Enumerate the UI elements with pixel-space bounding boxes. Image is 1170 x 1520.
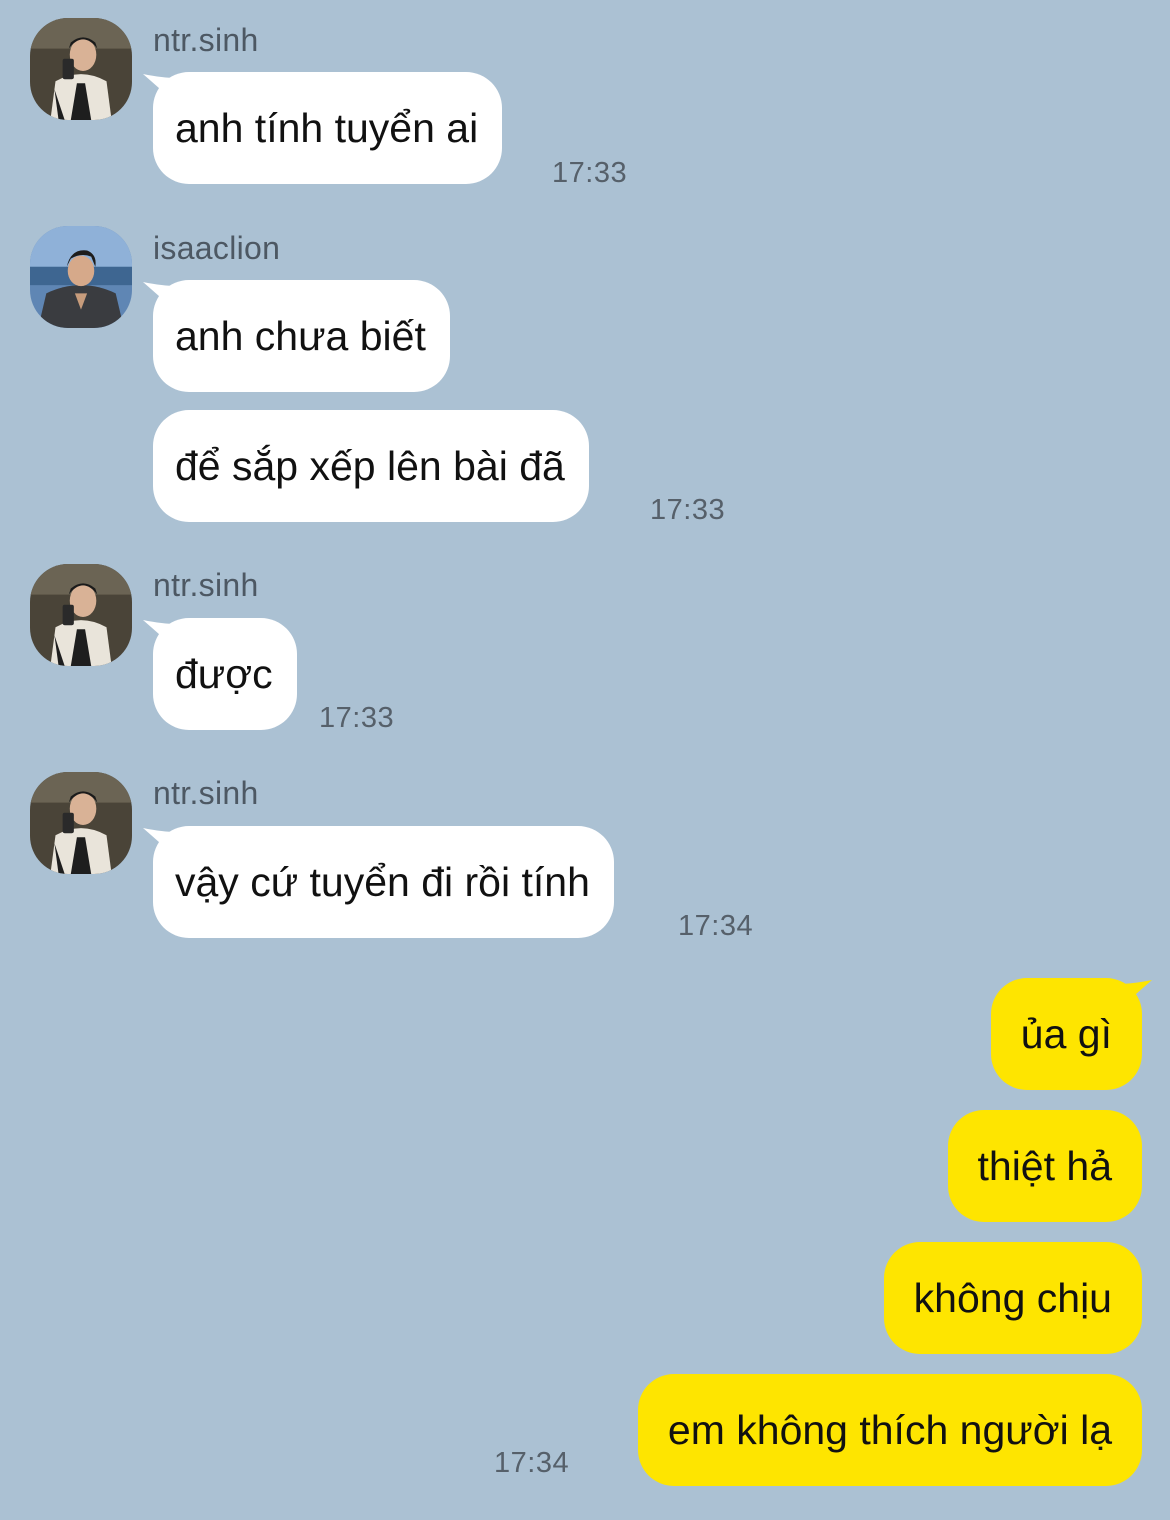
message-timestamp: 17:33 [650, 494, 726, 526]
incoming-message[interactable]: vậy cứ tuyển đi rồi tính [153, 826, 614, 938]
profile-photo-icon [30, 564, 132, 666]
message-timestamp: 17:33 [319, 702, 395, 734]
incoming-message[interactable]: anh chưa biết [153, 280, 450, 392]
avatar-isaaclion[interactable] [30, 226, 132, 328]
outgoing-message[interactable]: không chịu [883, 1242, 1142, 1354]
outgoing-message[interactable]: em không thích người lạ [637, 1374, 1142, 1486]
profile-photo-icon [30, 18, 132, 120]
avatar-ntr-sinh[interactable] [30, 772, 132, 874]
incoming-message[interactable]: anh tính tuyển ai [153, 72, 503, 184]
outgoing-message[interactable]: ủa gì [990, 978, 1142, 1090]
profile-photo-icon [30, 772, 132, 874]
profile-photo-icon [30, 226, 132, 328]
sender-name: ntr.sinh [153, 22, 259, 58]
message-timestamp: 17:34 [678, 910, 754, 942]
message-timestamp: 17:34 [494, 1447, 570, 1479]
incoming-message[interactable]: được [153, 618, 297, 730]
sender-name: ntr.sinh [153, 775, 259, 811]
avatar-ntr-sinh[interactable] [30, 564, 132, 666]
incoming-message[interactable]: để sắp xếp lên bài đã [153, 410, 589, 522]
avatar-ntr-sinh[interactable] [30, 18, 132, 120]
sender-name: ntr.sinh [153, 567, 259, 603]
sender-name: isaaclion [153, 230, 281, 266]
outgoing-message[interactable]: thiệt hả [947, 1110, 1142, 1222]
message-timestamp: 17:33 [552, 157, 628, 189]
